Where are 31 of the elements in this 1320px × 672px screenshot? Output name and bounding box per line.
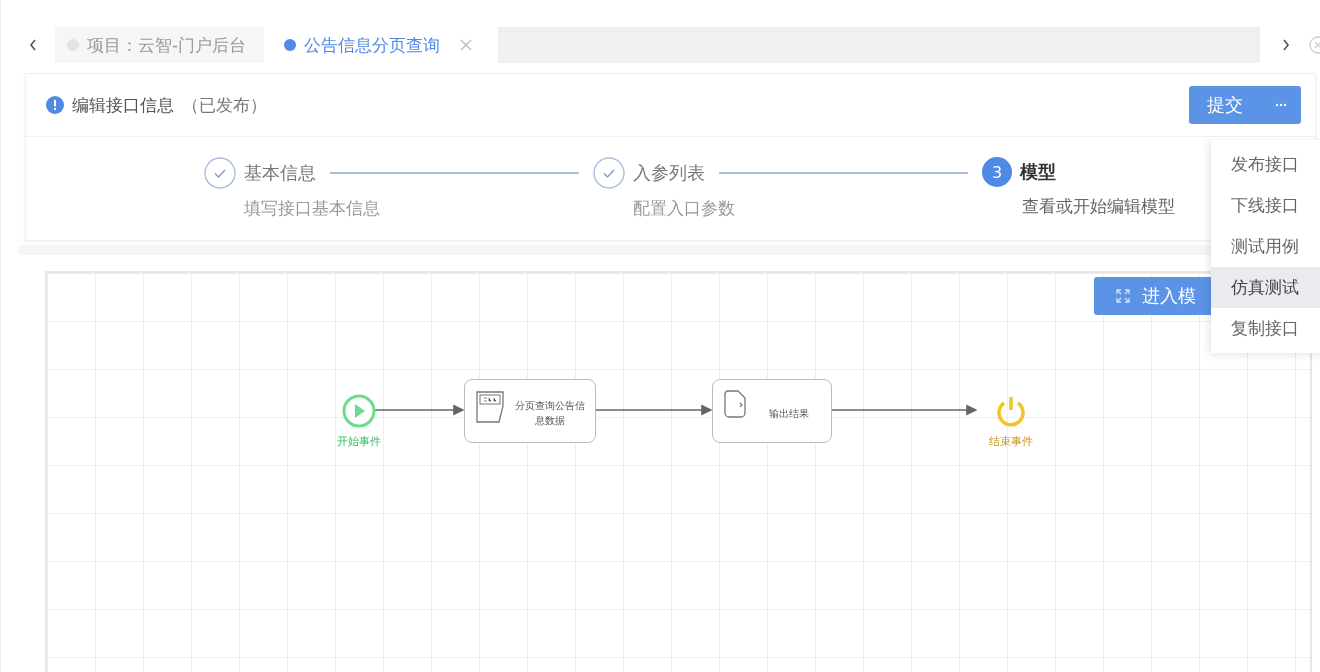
info-icon	[46, 96, 64, 114]
fullscreen-icon	[1116, 289, 1130, 303]
chevron-left-icon	[28, 38, 38, 52]
menu-item[interactable]: 测试用例	[1211, 226, 1320, 267]
step-number: 3	[982, 157, 1012, 187]
step-description: 查看或开始编辑模型	[1022, 195, 1175, 218]
event-label: 结束事件	[989, 434, 1033, 449]
step-title: 入参列表	[633, 161, 705, 185]
menu-item[interactable]: 发布接口	[1211, 144, 1320, 185]
event-label: 开始事件	[337, 434, 381, 449]
close-all-icon[interactable]	[1308, 35, 1320, 55]
sql-icon	[475, 390, 505, 424]
status-dot	[284, 39, 297, 51]
menu-item[interactable]: 下线接口	[1211, 185, 1320, 226]
step-description: 填写接口基本信息	[244, 197, 381, 220]
step-title: 模型	[1020, 160, 1056, 184]
check-circle-icon	[204, 157, 236, 189]
document-icon	[723, 390, 747, 418]
more-icon	[1275, 103, 1287, 107]
menu-item[interactable]: 仿真测试	[1211, 267, 1320, 308]
step-description: 配置入口参数	[633, 197, 736, 220]
task-node[interactable]: 输出结果	[712, 379, 832, 443]
check-circle-icon	[593, 157, 625, 189]
close-icon[interactable]	[460, 39, 473, 51]
chevron-right-icon	[1281, 38, 1291, 52]
play-icon[interactable]	[342, 394, 376, 428]
page-title: 编辑接口信息	[72, 93, 174, 117]
power-icon[interactable]	[994, 394, 1028, 428]
status-label: （已发布）	[182, 93, 267, 117]
step-title: 基本信息	[244, 161, 316, 185]
task-node[interactable]: 分页查询公告信息数据	[464, 379, 596, 443]
